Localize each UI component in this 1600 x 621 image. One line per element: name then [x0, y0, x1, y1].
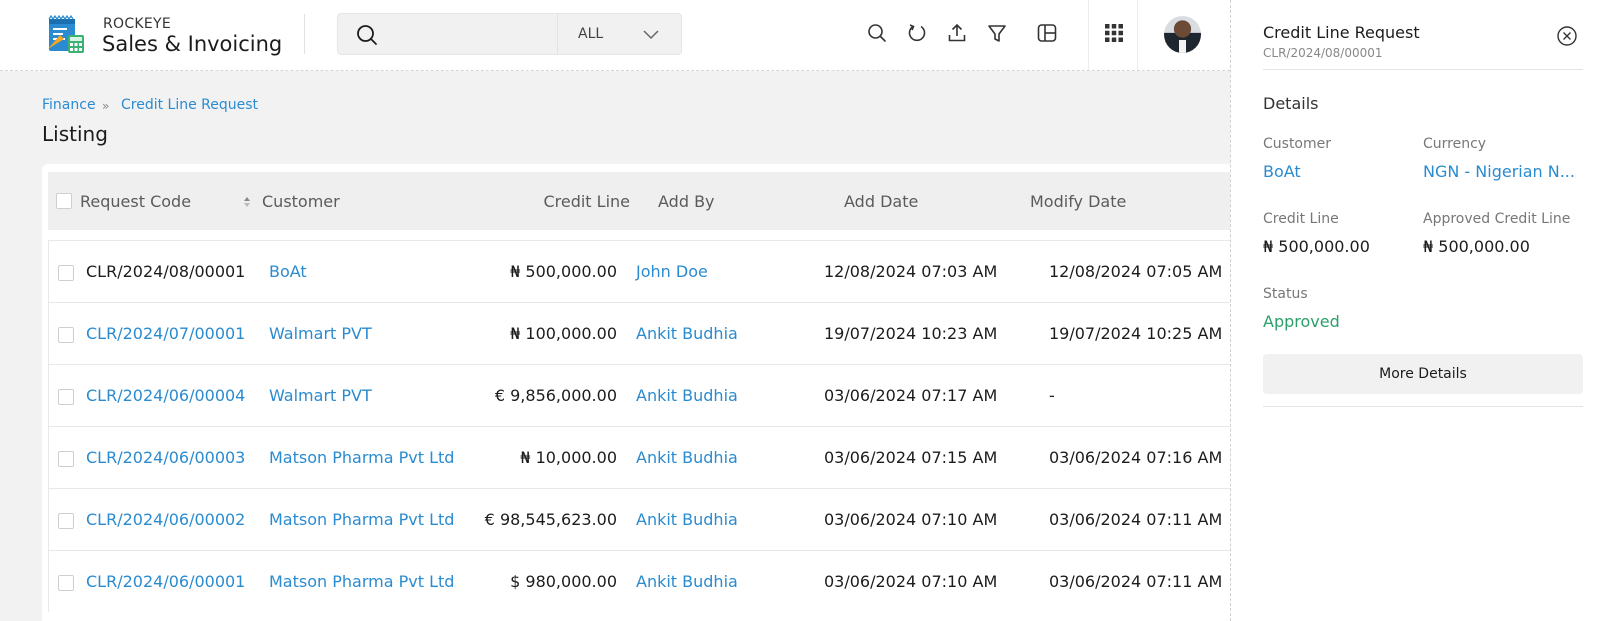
approved-credit-line-value: ₦ 500,000.00 [1423, 237, 1530, 256]
row-checkbox[interactable] [58, 513, 74, 529]
credit-line-table: Request Code Customer Credit Line Add By… [42, 164, 1232, 621]
row-credit-line: € 98,545,623.00 [484, 510, 617, 529]
column-add-by[interactable]: Add By [658, 192, 715, 211]
row-add-date: 03/06/2024 07:10 AM [824, 572, 998, 591]
customer-label: Customer [1263, 136, 1332, 152]
table-row[interactable]: CLR/2024/07/00001 Walmart PVT ₦ 100,000.… [48, 302, 1232, 364]
column-credit-line[interactable]: Credit Line [508, 192, 630, 211]
row-request-code[interactable]: CLR/2024/06/00001 [86, 572, 245, 591]
apps-grid-icon [1105, 24, 1123, 42]
row-add-date: 12/08/2024 07:03 AM [824, 262, 998, 281]
status-badge: Approved [1263, 312, 1340, 331]
panel-section-title: Details [1263, 94, 1319, 113]
row-request-code[interactable]: CLR/2024/06/00004 [86, 386, 245, 405]
table-header: Request Code Customer Credit Line Add By… [48, 172, 1232, 230]
global-search: ALL [337, 13, 682, 55]
sort-icon[interactable] [243, 195, 251, 209]
column-modify-date[interactable]: Modify Date [1030, 192, 1126, 211]
row-credit-line: ₦ 10,000.00 [520, 448, 617, 467]
approved-credit-line-label: Approved Credit Line [1423, 211, 1571, 227]
row-add-date: 03/06/2024 07:10 AM [824, 510, 998, 529]
row-checkbox[interactable] [58, 389, 74, 405]
row-modify-date: 12/08/2024 07:05 AM [1049, 262, 1223, 281]
table-row[interactable]: CLR/2024/08/00001 BoAt ₦ 500,000.00 John… [48, 240, 1232, 302]
select-all-checkbox[interactable] [56, 193, 72, 209]
close-icon[interactable] [1556, 25, 1578, 47]
search-scope-select[interactable]: ALL [557, 14, 682, 54]
search-icon[interactable] [356, 24, 378, 46]
row-credit-line: ₦ 100,000.00 [510, 324, 617, 343]
row-checkbox[interactable] [58, 327, 74, 343]
table-row[interactable]: CLR/2024/06/00002 Matson Pharma Pvt Ltd … [48, 488, 1232, 550]
row-customer[interactable]: Walmart PVT [269, 324, 372, 343]
row-add-date: 03/06/2024 07:17 AM [824, 386, 998, 405]
table-row[interactable]: CLR/2024/06/00004 Walmart PVT € 9,856,00… [48, 364, 1232, 426]
row-add-by[interactable]: John Doe [636, 262, 708, 281]
currency-value[interactable]: NGN - Nigerian N... [1423, 162, 1583, 181]
row-add-date: 19/07/2024 10:23 AM [824, 324, 998, 343]
app-header: ROCKEYE Sales & Invoicing ALL [0, 0, 1230, 71]
row-credit-line: € 9,856,000.00 [494, 386, 617, 405]
column-request-code[interactable]: Request Code [80, 192, 191, 211]
row-modify-date: 19/07/2024 10:25 AM [1049, 324, 1223, 343]
credit-line-label: Credit Line [1263, 211, 1339, 227]
row-add-by[interactable]: Ankit Budhia [636, 572, 738, 591]
row-credit-line: ₦ 500,000.00 [510, 262, 617, 281]
customer-value[interactable]: BoAt [1263, 162, 1403, 181]
row-add-by[interactable]: Ankit Budhia [636, 324, 738, 343]
row-checkbox[interactable] [58, 575, 74, 591]
currency-label: Currency [1423, 136, 1487, 152]
breadcrumb-credit-line-request[interactable]: Credit Line Request [121, 97, 258, 113]
row-add-date: 03/06/2024 07:15 AM [824, 448, 998, 467]
header-divider [304, 14, 305, 54]
user-avatar[interactable] [1164, 16, 1201, 53]
apps-launcher[interactable] [1088, 0, 1138, 70]
panel-divider [1263, 69, 1583, 70]
table-row[interactable]: CLR/2024/06/00003 Matson Pharma Pvt Ltd … [48, 426, 1232, 488]
chevron-double-right-icon: » [102, 99, 110, 113]
filter-icon[interactable] [986, 22, 1008, 44]
more-details-button[interactable]: More Details [1263, 354, 1583, 394]
panel-request-code: CLR/2024/08/00001 [1263, 46, 1383, 60]
row-customer[interactable]: Walmart PVT [269, 386, 372, 405]
columns-icon[interactable] [1036, 22, 1058, 44]
brand-company: ROCKEYE [103, 16, 172, 32]
search-input[interactable] [388, 20, 538, 48]
row-add-by[interactable]: Ankit Budhia [636, 448, 738, 467]
column-customer[interactable]: Customer [262, 192, 340, 211]
row-customer[interactable]: BoAt [269, 262, 307, 281]
chevron-down-icon [643, 30, 659, 40]
row-request-code[interactable]: CLR/2024/06/00002 [86, 510, 245, 529]
column-add-date[interactable]: Add Date [844, 192, 918, 211]
page-title: Listing [42, 122, 108, 146]
row-request-code[interactable]: CLR/2024/07/00001 [86, 324, 245, 343]
row-credit-line: $ 980,000.00 [510, 572, 617, 591]
row-customer[interactable]: Matson Pharma Pvt Ltd [269, 510, 454, 529]
panel-divider [1263, 406, 1583, 407]
row-add-by[interactable]: Ankit Budhia [636, 386, 738, 405]
upload-icon[interactable] [946, 22, 968, 44]
row-request-code[interactable]: CLR/2024/08/00001 [86, 262, 245, 281]
credit-line-value: ₦ 500,000.00 [1263, 237, 1370, 256]
invoice-logo-icon[interactable] [46, 15, 86, 55]
status-label: Status [1263, 286, 1308, 302]
detail-panel: Credit Line Request CLR/2024/08/00001 De… [1230, 0, 1600, 621]
row-checkbox[interactable] [58, 265, 74, 281]
row-add-by[interactable]: Ankit Budhia [636, 510, 738, 529]
row-modify-date: 03/06/2024 07:11 AM [1049, 510, 1223, 529]
row-request-code[interactable]: CLR/2024/06/00003 [86, 448, 245, 467]
row-modify-date: 03/06/2024 07:16 AM [1049, 448, 1223, 467]
row-customer[interactable]: Matson Pharma Pvt Ltd [269, 448, 454, 467]
row-checkbox[interactable] [58, 451, 74, 467]
search-scope-value: ALL [578, 26, 604, 42]
row-modify-date: 03/06/2024 07:11 AM [1049, 572, 1223, 591]
row-customer[interactable]: Matson Pharma Pvt Ltd [269, 572, 454, 591]
refresh-icon[interactable] [906, 22, 928, 44]
panel-title: Credit Line Request [1263, 23, 1420, 42]
search-icon[interactable] [866, 22, 888, 44]
breadcrumb-finance[interactable]: Finance [42, 97, 96, 113]
row-modify-date: - [1049, 386, 1055, 405]
brand-app-name: Sales & Invoicing [102, 32, 283, 56]
table-row[interactable]: CLR/2024/06/00001 Matson Pharma Pvt Ltd … [48, 550, 1232, 612]
